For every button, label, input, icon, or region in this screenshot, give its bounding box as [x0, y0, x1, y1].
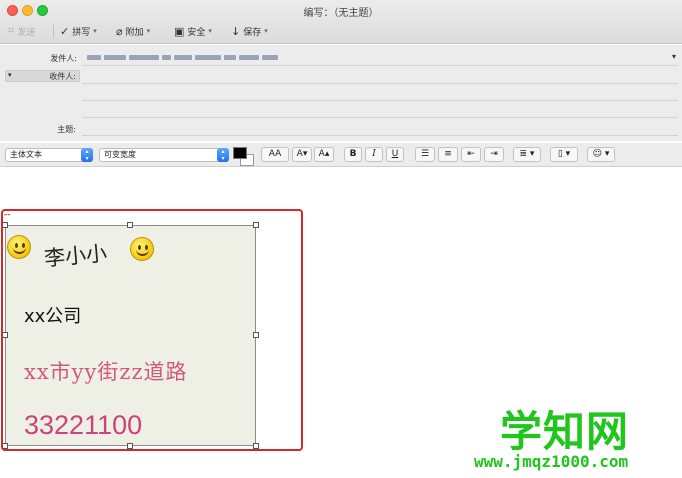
paperclip-icon: ⌀	[116, 24, 123, 38]
save-label: 保存	[243, 27, 262, 38]
decrease-size-label: A▾	[296, 149, 308, 159]
send-label: 发送	[17, 27, 36, 38]
align-left-icon: ≣ ▾	[519, 149, 535, 159]
indent-icon: ⇥	[490, 149, 498, 159]
attach-label: 附加	[125, 27, 144, 38]
from-account-value[interactable]	[87, 53, 307, 61]
increase-font-size-button[interactable]: A▴	[314, 147, 334, 162]
send-icon: ⌗	[8, 24, 15, 37]
checkmark-icon: ✓	[60, 24, 70, 38]
save-button[interactable]: ↓ 保存 ▾	[231, 23, 268, 39]
cc-field[interactable]	[82, 100, 678, 101]
underline-button[interactable]: U	[386, 147, 404, 162]
from-label: 发件人:	[50, 54, 77, 63]
italic-button[interactable]: I	[365, 147, 383, 162]
font-select[interactable]: 可变宽度 ▴ ▾	[99, 148, 229, 162]
window-title: 编写：（无主题）	[303, 8, 379, 19]
chevron-down-icon: ▾	[264, 27, 268, 35]
document-button[interactable]: ▯ ▾	[550, 147, 578, 162]
to-field[interactable]	[82, 83, 678, 84]
font-size-label: AA	[268, 149, 282, 159]
chevron-down-icon: ▾	[93, 27, 97, 35]
decrease-indent-button[interactable]: ⇤	[461, 147, 481, 162]
field-divider	[82, 65, 678, 66]
bulleted-list-icon: ☰	[420, 149, 430, 159]
download-arrow-icon: ↓	[231, 24, 241, 38]
font-value: 可变宽度	[104, 150, 136, 159]
watermark-url: www.jmqz1000.com	[474, 452, 629, 471]
paragraph-style-value: 主体文本	[10, 150, 42, 159]
increase-size-label: A▴	[318, 149, 330, 159]
paragraph-style-select[interactable]: 主体文本 ▴ ▾	[5, 148, 93, 162]
bulleted-list-button[interactable]: ☰	[415, 147, 435, 162]
alignment-button[interactable]: ≣ ▾	[513, 147, 541, 162]
increase-indent-button[interactable]: ⇥	[484, 147, 504, 162]
bold-label: B	[349, 149, 357, 159]
emoji-button[interactable]: ☺ ▾	[587, 147, 615, 162]
window-titlebar: 编写：（无主题） ⌗ 发送 ✓ 拼写 ▾ ⌀ 附加 ▾ ▣ 安全 ▾ ↓ 保存 …	[0, 0, 682, 44]
security-label: 安全	[187, 27, 206, 38]
decrease-font-size-button[interactable]: A▾	[292, 147, 312, 162]
font-size-button[interactable]: AA	[261, 147, 289, 162]
stepper-arrows-icon: ▴ ▾	[217, 148, 229, 162]
watermark-logo: 学知网	[500, 407, 630, 456]
lock-icon: ▣	[174, 24, 185, 38]
subject-label: 主题:	[57, 125, 76, 134]
bold-button[interactable]: B	[344, 147, 362, 162]
subject-field[interactable]	[82, 135, 678, 136]
outdent-icon: ⇤	[467, 149, 475, 159]
attach-button[interactable]: ⌀ 附加 ▾	[116, 23, 150, 39]
stepper-arrows-icon: ▴ ▾	[81, 148, 93, 162]
numbered-list-button[interactable]: ≡	[438, 147, 458, 162]
chevron-down-icon: ▾	[208, 27, 212, 35]
to-label: 收件人:	[49, 72, 76, 81]
spelling-button[interactable]: ✓ 拼写 ▾	[60, 23, 97, 39]
spelling-label: 拼写	[72, 27, 91, 38]
numbered-list-icon: ≡	[444, 149, 452, 159]
italic-label: I	[372, 149, 376, 159]
document-icon: ▯ ▾	[557, 149, 571, 159]
chevron-down-icon: ▾	[146, 27, 151, 35]
security-button[interactable]: ▣ 安全 ▾	[174, 23, 212, 39]
disclosure-triangle-icon: ▾	[8, 71, 12, 79]
toolbar-divider	[53, 24, 54, 38]
underline-label: U	[391, 149, 399, 159]
text-color-swatch-front[interactable]	[233, 147, 247, 159]
smiley-icon: ☺ ▾	[592, 149, 610, 159]
from-dropdown-icon[interactable]: ▾	[672, 52, 676, 61]
highlight-frame	[1, 209, 303, 451]
toolbar: ⌗ 发送 ✓ 拼写 ▾ ⌀ 附加 ▾ ▣ 安全 ▾ ↓ 保存 ▾	[0, 20, 682, 42]
bcc-field[interactable]	[82, 117, 678, 118]
send-button[interactable]: ⌗ 发送	[8, 23, 35, 39]
